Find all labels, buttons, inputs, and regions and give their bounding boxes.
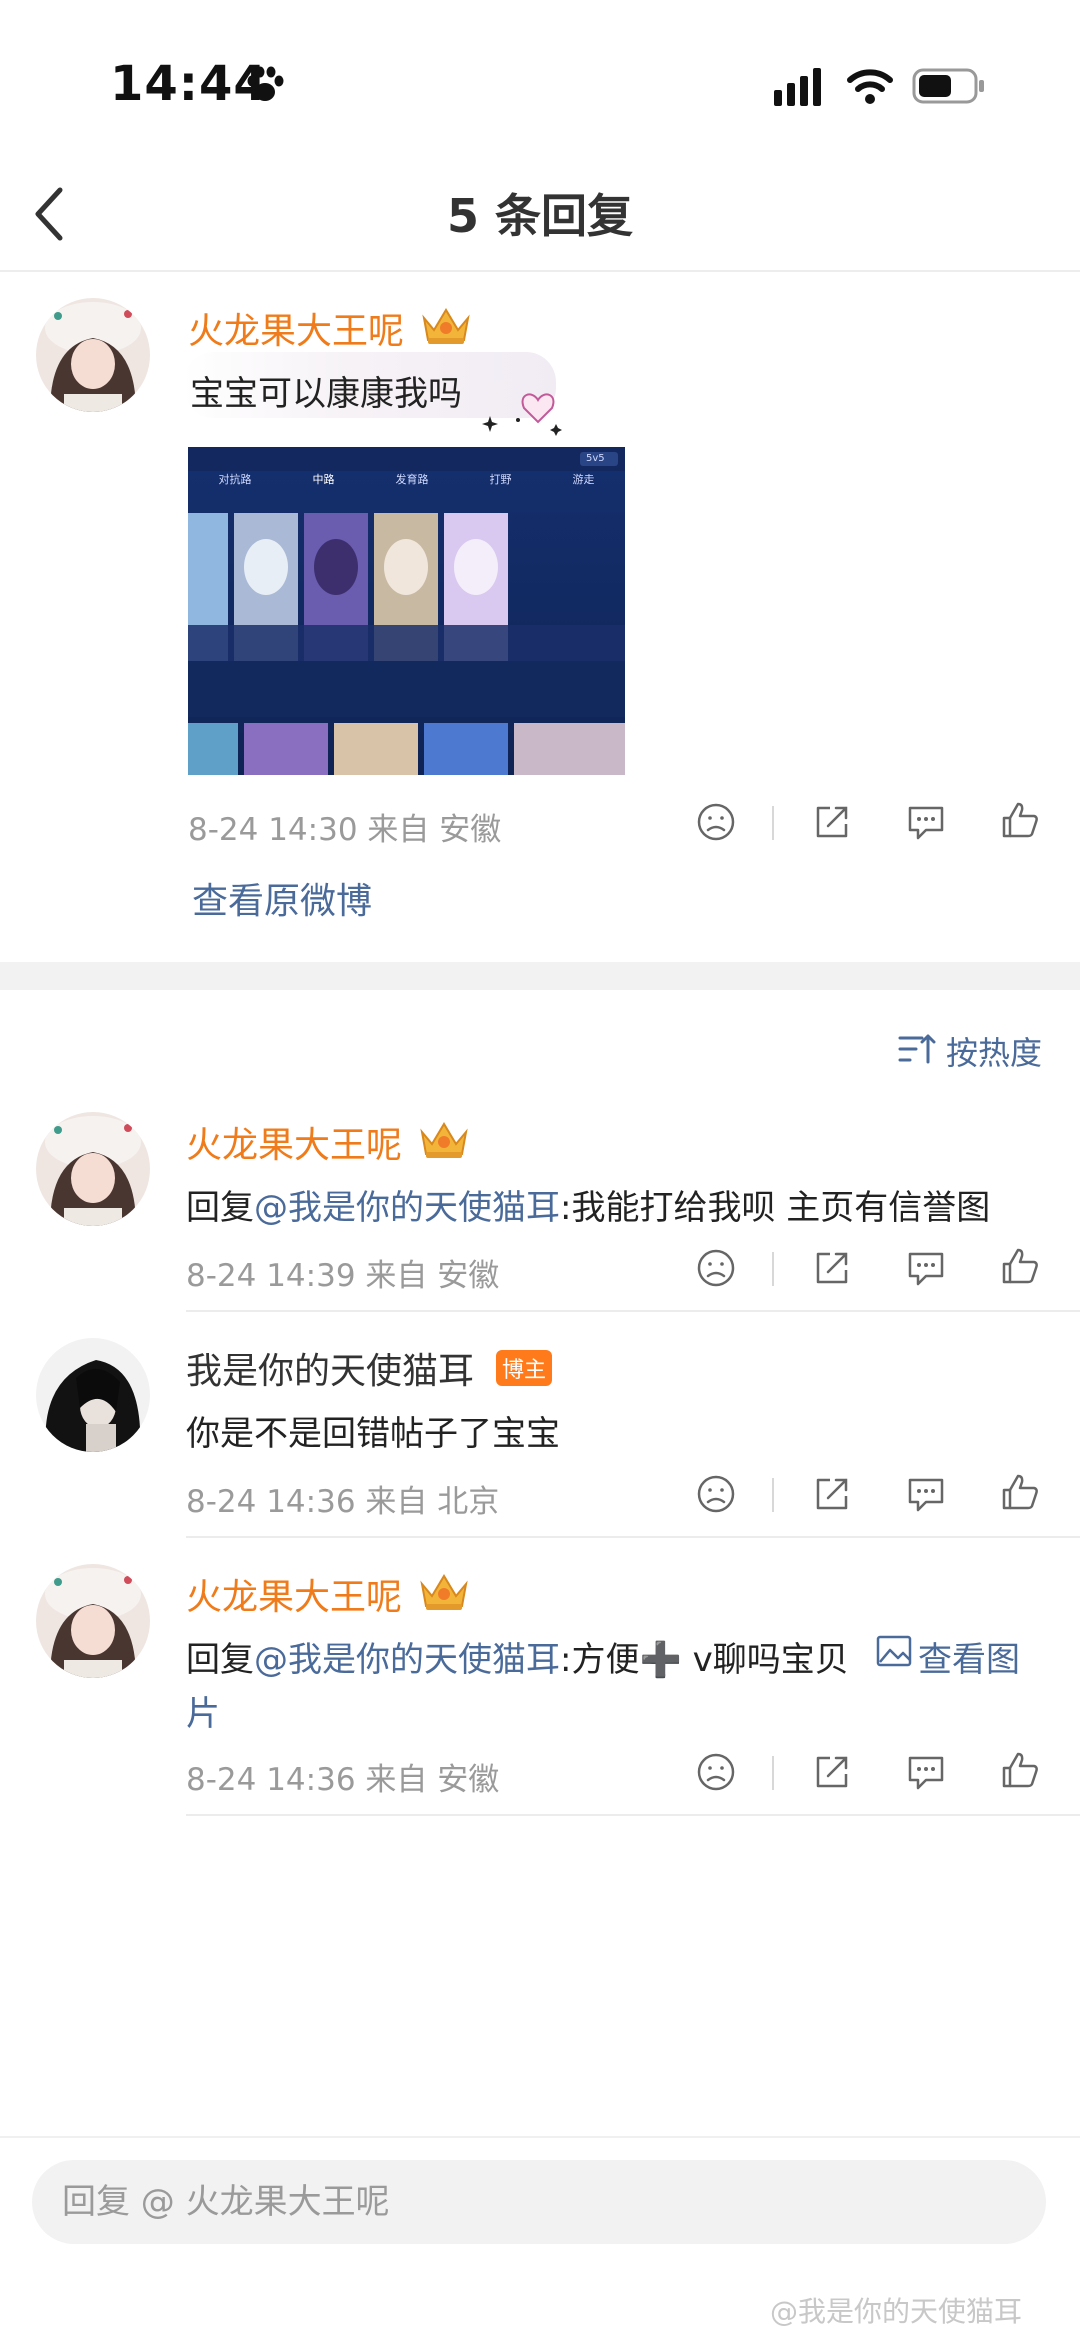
reply-meta: 8-24 14:36 来自 北京: [186, 1484, 500, 1520]
post-text: 宝宝可以康康我吗: [190, 374, 462, 414]
avatar[interactable]: [36, 1338, 150, 1452]
battery-icon: [912, 68, 984, 104]
share-icon[interactable]: [810, 1472, 854, 1516]
crown-vip-icon: [420, 1122, 468, 1158]
like-icon[interactable]: [998, 1748, 1042, 1792]
share-icon[interactable]: [810, 800, 854, 844]
paw-icon: [247, 66, 284, 101]
share-icon[interactable]: [810, 1750, 854, 1794]
image-icon[interactable]: [876, 1634, 912, 1668]
reply-text: 回复@我是你的天使猫耳:我能打给我呗 主页有信誉图: [186, 1180, 990, 1229]
reply-input[interactable]: [32, 2160, 1046, 2244]
image-tab: 中路: [312, 473, 335, 486]
crown-vip-icon: [422, 308, 470, 344]
reply-body: :我能打给我呗 主页有信誉图: [560, 1188, 991, 1228]
comment-icon[interactable]: [904, 800, 948, 844]
image-mode-label: 5v5: [586, 453, 605, 464]
share-icon[interactable]: [810, 1246, 854, 1290]
image-tab: 发育路: [395, 473, 429, 486]
reply-text: 你是不是回错帖子了宝宝: [186, 1414, 560, 1454]
view-image-link-cont[interactable]: 片: [186, 1686, 220, 1735]
comment-icon[interactable]: [904, 1472, 948, 1516]
reply-text: 回复@我是你的天使猫耳:方便➕ v聊吗宝贝: [186, 1632, 849, 1681]
view-image-link[interactable]: 查看图: [918, 1632, 1020, 1681]
avatar[interactable]: [36, 1564, 150, 1678]
reply-prefix: 回复: [186, 1640, 254, 1680]
dislike-face-icon[interactable]: [694, 1472, 738, 1516]
separator: [772, 1252, 774, 1286]
post-meta: 8-24 14:30 来自 安徽: [188, 812, 502, 848]
reply-meta: 8-24 14:39 来自 安徽: [186, 1258, 500, 1294]
like-icon[interactable]: [998, 1244, 1042, 1288]
avatar[interactable]: [36, 1112, 150, 1226]
comment-icon[interactable]: [904, 1750, 948, 1794]
sort-by-heat-button[interactable]: 按热度: [946, 1028, 1042, 1074]
divider: [0, 270, 1080, 272]
page-title: 5 条回复: [446, 189, 634, 243]
dislike-face-icon[interactable]: [694, 1750, 738, 1794]
watermark: @我是你的天使猫耳: [770, 2295, 1023, 2328]
dislike-face-icon[interactable]: [694, 1246, 738, 1290]
wifi-icon: [847, 69, 893, 104]
image-tab: 游走: [572, 473, 595, 486]
mention-link[interactable]: @我是你的天使猫耳: [254, 1188, 560, 1228]
mention-link[interactable]: @我是你的天使猫耳: [254, 1640, 560, 1680]
reply-author[interactable]: 火龙果大王呢: [186, 1568, 402, 1620]
reply-meta: 8-24 14:36 来自 安徽: [186, 1762, 500, 1798]
blogger-badge: 博主: [496, 1350, 553, 1386]
post-image[interactable]: 对抗路 中路 发育路 打野 游走 5v5: [188, 447, 625, 775]
dislike-face-icon[interactable]: [694, 800, 738, 844]
like-icon[interactable]: [998, 1470, 1042, 1514]
image-tab-strip: 对抗路 中路 发育路 打野 游走: [188, 471, 625, 491]
separator: [772, 806, 774, 840]
like-icon[interactable]: [998, 798, 1042, 842]
sort-icon[interactable]: [898, 1032, 936, 1066]
image-tab: 打野: [489, 473, 512, 486]
divider: [186, 1310, 1080, 1312]
separator: [772, 1756, 774, 1790]
heart-sparkle-decoration: [482, 393, 562, 436]
comment-icon[interactable]: [904, 1246, 948, 1290]
post-author[interactable]: 火龙果大王呢: [188, 302, 404, 354]
separator: [772, 1478, 774, 1512]
divider: [186, 1536, 1080, 1538]
image-tab: 对抗路: [218, 473, 252, 486]
section-divider: [0, 962, 1080, 990]
view-original-link[interactable]: 查看原微博: [192, 872, 372, 924]
signal-icon: [774, 68, 821, 106]
divider: [186, 1814, 1080, 1816]
crown-vip-icon: [420, 1574, 468, 1610]
reply-body: :方便➕ v聊吗宝贝: [560, 1640, 849, 1680]
reply-prefix: 回复: [186, 1188, 254, 1228]
avatar[interactable]: [36, 298, 150, 412]
reply-author[interactable]: 火龙果大王呢: [186, 1116, 402, 1168]
divider: [0, 2136, 1080, 2138]
reply-author[interactable]: 我是你的天使猫耳: [186, 1342, 474, 1394]
